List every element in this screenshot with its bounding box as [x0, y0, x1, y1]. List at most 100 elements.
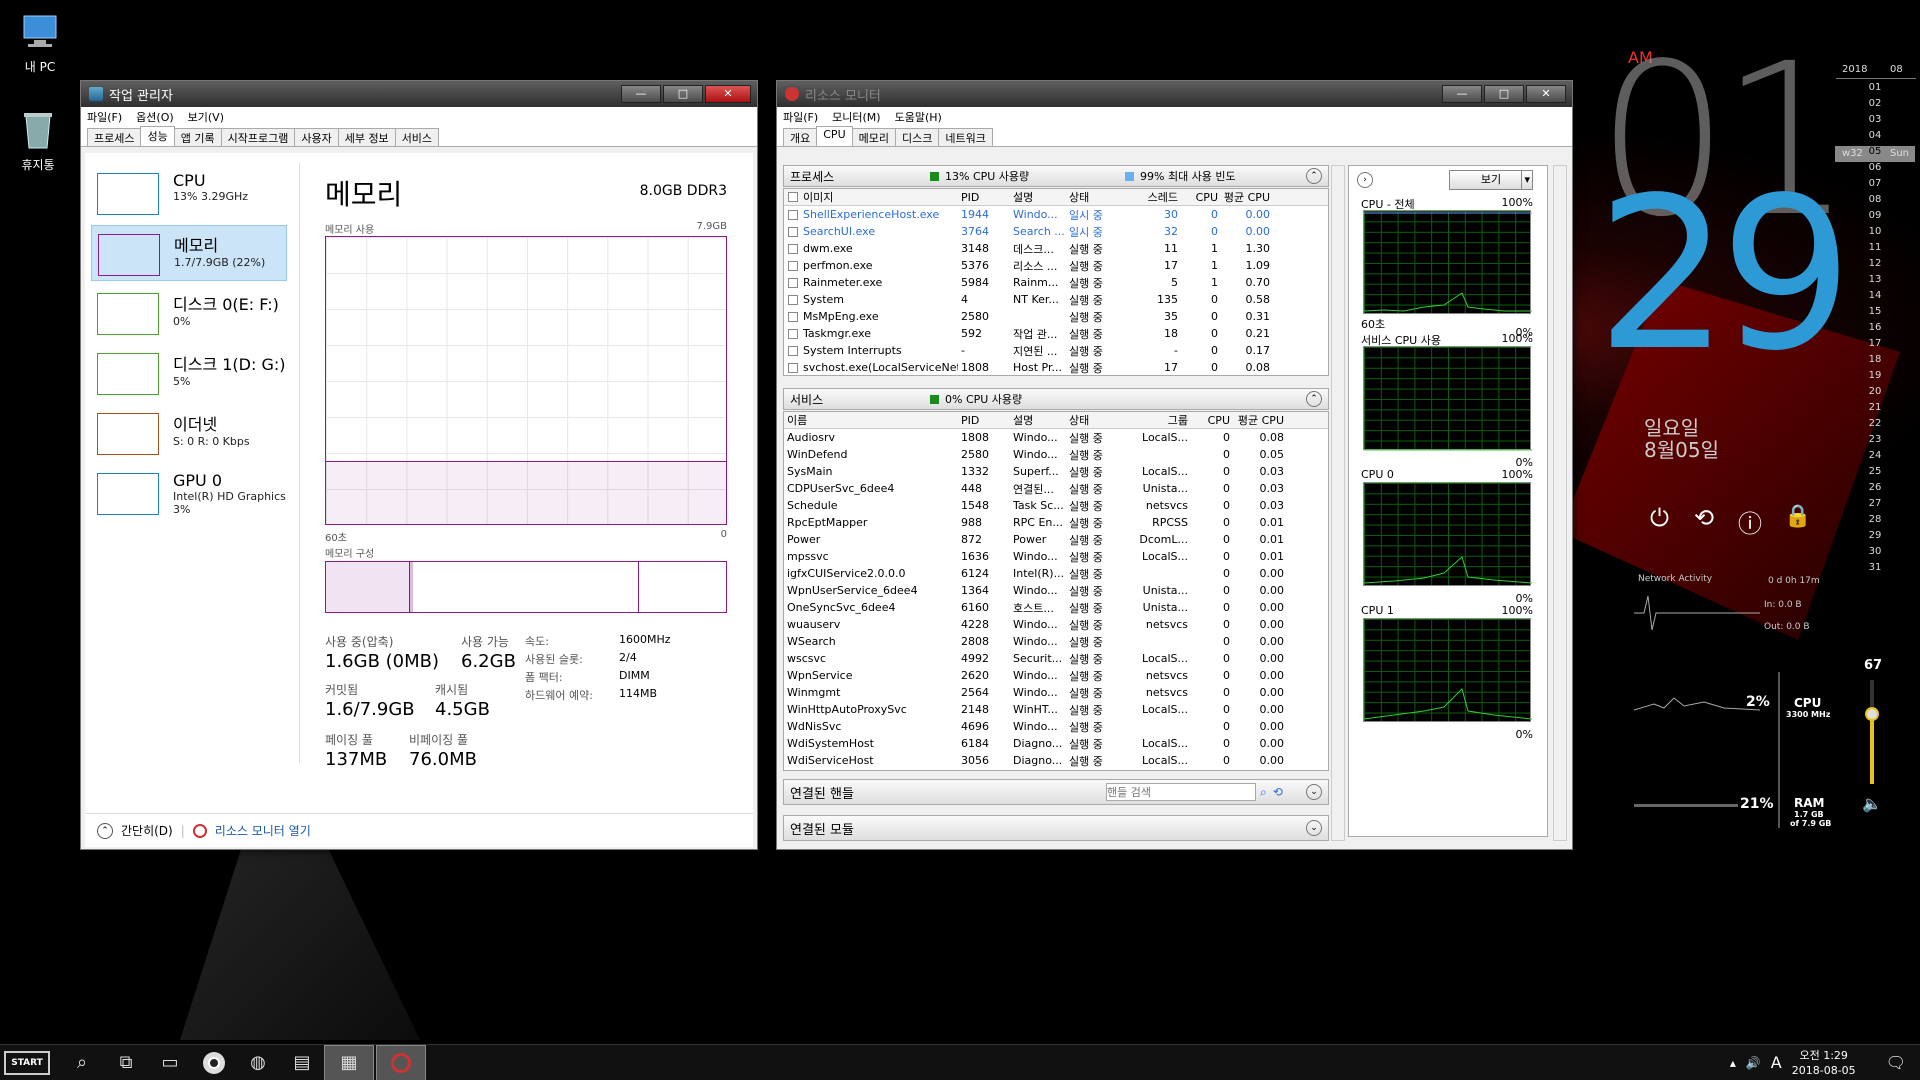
menu-options[interactable]: 옵션(O)	[136, 109, 173, 125]
task-manager-taskbar-button[interactable]: ▦	[324, 1044, 374, 1080]
table-row[interactable]: System 4 NT Ker... 실행 중 135 0 0.58	[784, 291, 1328, 308]
table-row[interactable]: WpnService 2620 Windo... 실행 중 netsvcs 0 0.00	[784, 667, 1328, 684]
tab-details[interactable]: 세부 정보	[337, 128, 396, 146]
sidebar-item-disk1[interactable]: 디스크 1(D: G:) 5%	[91, 345, 287, 401]
services-header[interactable]: 서비스 0% CPU 사용량 ⌃	[783, 388, 1329, 410]
menu-help[interactable]: 도움말(H)	[895, 109, 942, 125]
expand-icon[interactable]: ⌄	[1306, 820, 1322, 836]
fewer-details-button[interactable]: 간단히(D)	[121, 822, 173, 839]
task-view-icon[interactable]: ⧉	[104, 1045, 148, 1080]
column-header[interactable]: PID	[958, 191, 1010, 204]
table-row[interactable]: wscsvc 4992 Securit... 실행 중 LocalS... 0 0.00	[784, 650, 1328, 667]
table-row[interactable]: MsMpEng.exe 2580 실행 중 35 0 0.31	[784, 308, 1328, 325]
table-row[interactable]: WdNisSvc 4696 Windo... 실행 중 0 0.00	[784, 718, 1328, 735]
collapse-icon[interactable]: ⌃	[1306, 391, 1322, 407]
tab-app-history[interactable]: 앱 기록	[173, 128, 222, 146]
table-row[interactable]: WdiServiceHost 3056 Diagno... 실행 중 LocalS...…	[784, 752, 1328, 769]
speaker-icon[interactable]: 🔈	[1862, 794, 1882, 813]
column-header[interactable]: 평균 CPU	[1218, 189, 1270, 205]
tab-memory[interactable]: 메모리	[851, 128, 896, 146]
processes-header[interactable]: 프로세스 13% CPU 사용량 99% 최대 사용 빈도 ⌃	[783, 165, 1329, 187]
tab-network[interactable]: 네트워크	[938, 128, 993, 146]
row-checkbox[interactable]	[788, 277, 798, 288]
table-row[interactable]: WinHttpAutoProxySvc 2148 WinHT... 실행 중 Local…	[784, 701, 1328, 718]
refresh-icon[interactable]: ⟲	[1273, 785, 1283, 799]
row-checkbox[interactable]	[788, 345, 798, 356]
tab-users[interactable]: 사용자	[294, 128, 339, 146]
table-row[interactable]: mpssvc 1636 Windo... 실행 중 LocalS... 0 0.01	[784, 548, 1328, 565]
column-header[interactable]: 이름	[784, 412, 958, 428]
select-all-checkbox[interactable]	[788, 192, 798, 202]
table-row[interactable]: Winmgmt 2564 Windo... 실행 중 netsvcs 0 0.00	[784, 684, 1328, 701]
row-checkbox[interactable]	[788, 260, 798, 271]
maximize-button[interactable]: □	[663, 85, 703, 103]
column-header[interactable]: 상태	[1066, 412, 1124, 428]
table-row[interactable]: WinDefend 2580 Windo... 실행 중 0 0.05	[784, 446, 1328, 463]
sleep-icon[interactable]: ⓘ	[1738, 504, 1762, 539]
column-header[interactable]: 이미지	[800, 189, 958, 205]
table-row[interactable]: CDPUserSvc_6dee4 448 연결된... 실행 중 Unista... 0 0…	[784, 480, 1328, 497]
column-header[interactable]: 상태	[1066, 189, 1126, 205]
table-row[interactable]: perfmon.exe 5376 리소스 ... 실행 중 17 1 1.09	[784, 257, 1328, 274]
collapse-icon[interactable]: ⌃	[1306, 168, 1322, 184]
volume-slider-track[interactable]	[1870, 680, 1874, 784]
table-row[interactable]: Taskmgr.exe 592 작업 관... 실행 중 18 0 0.21	[784, 325, 1328, 342]
row-checkbox[interactable]	[788, 294, 798, 305]
notification-icon[interactable]: 🗨	[1886, 1053, 1906, 1072]
table-row[interactable]: svchost.exe(LocalServiceNet... 1808 Host P…	[784, 359, 1328, 375]
minimize-button[interactable]: —	[621, 85, 661, 103]
panel-scrollbar[interactable]	[1553, 165, 1567, 841]
lock-icon[interactable]: 🔒	[1784, 504, 1811, 529]
row-checkbox[interactable]	[788, 328, 798, 339]
open-resource-monitor-link[interactable]: 리소스 모니터 열기	[215, 822, 311, 839]
table-row[interactable]: RpcEptMapper 988 RPC En... 실행 중 RPCSS 0 0.01	[784, 514, 1328, 531]
power-icon[interactable]: ⏻	[1650, 504, 1669, 532]
tray-clock[interactable]: 오전 1:29 2018-08-05	[1792, 1048, 1856, 1078]
start-button[interactable]: START	[4, 1050, 50, 1075]
desktop-icon-recycle-bin[interactable]: 휴지통	[0, 108, 78, 173]
table-row[interactable]: OneSyncSvc_6dee4 6160 호스트... 실행 중 Unista... 0…	[784, 599, 1328, 616]
titlebar[interactable]: 리소스 모니터 — □ ✕	[777, 81, 1572, 107]
column-header[interactable]: 그룹	[1124, 412, 1188, 428]
handles-header[interactable]: 연결된 핸들 ⌕ ⟲ ⌄	[783, 779, 1329, 805]
tab-performance[interactable]: 성능	[140, 126, 175, 146]
volume-slider-knob[interactable]	[1865, 707, 1879, 722]
menu-view[interactable]: 보기(V)	[188, 109, 224, 125]
resource-monitor-taskbar-button[interactable]	[376, 1044, 426, 1080]
view-button[interactable]: 보기 ▾	[1449, 170, 1533, 190]
globe-icon[interactable]: ◍	[236, 1045, 280, 1080]
row-checkbox[interactable]	[788, 362, 798, 373]
tab-processes[interactable]: 프로세스	[87, 128, 142, 146]
table-row[interactable]: Rainmeter.exe 5984 Rainm... 실행 중 5 1 0.70	[784, 274, 1328, 291]
table-row[interactable]: ShellExperienceHost.exe 1944 Windo... 일시 중 3…	[784, 206, 1328, 223]
column-header[interactable]: 설명	[1010, 412, 1066, 428]
volume-tray-icon[interactable]: 🔊	[1746, 1056, 1761, 1070]
table-row[interactable]: System Interrupts - 지연된 ... 실행 중 - 0 0.17	[784, 342, 1328, 359]
menu-file[interactable]: 파일(F)	[87, 109, 122, 125]
tab-services[interactable]: 서비스	[394, 128, 440, 146]
column-header[interactable]: 설명	[1010, 189, 1066, 205]
menu-monitor[interactable]: 모니터(M)	[832, 109, 880, 125]
sidebar-item-cpu[interactable]: CPU 13% 3.29GHz	[91, 165, 287, 221]
table-row[interactable]: Power 872 Power 실행 중 DcomL... 0 0.01	[784, 531, 1328, 548]
tab-cpu[interactable]: CPU	[816, 126, 853, 146]
table-row[interactable]: igfxCUIService2.0.0.0 6124 Intel(R)... 실행 중…	[784, 565, 1328, 582]
table-row[interactable]: dwm.exe 3148 데스크... 실행 중 11 1 1.30	[784, 240, 1328, 257]
row-checkbox[interactable]	[788, 243, 798, 254]
main-scrollbar[interactable]	[1331, 165, 1345, 841]
table-row[interactable]: WpnUserService_6dee4 1364 Windo... 실행 중 Unis…	[784, 582, 1328, 599]
sidebar-item-disk0[interactable]: 디스크 0(E: F:) 0%	[91, 285, 287, 341]
tab-disk[interactable]: 디스크	[895, 128, 940, 146]
column-header[interactable]: CPU	[1188, 414, 1230, 427]
close-button[interactable]: ✕	[1526, 85, 1566, 103]
modules-header[interactable]: 연결된 모듈 ⌄	[783, 815, 1329, 841]
table-row[interactable]: SysMain 1332 Superf... 실행 중 LocalS... 0 0.03	[784, 463, 1328, 480]
column-header[interactable]: CPU	[1178, 191, 1218, 204]
row-checkbox[interactable]	[788, 311, 798, 322]
table-row[interactable]: Audiosrv 1808 Windo... 실행 중 LocalS... 0 0.08	[784, 429, 1328, 446]
ime-indicator[interactable]: A	[1771, 1053, 1782, 1072]
table-row[interactable]: wuauserv 4228 Windo... 실행 중 netsvcs 0 0.00	[784, 616, 1328, 633]
sidebar-item-gpu[interactable]: GPU 0 Intel(R) HD Graphics 3%	[91, 465, 287, 527]
table-row[interactable]: SearchUI.exe 3764 Search ... 일시 중 32 0 0.00	[784, 223, 1328, 240]
row-checkbox[interactable]	[788, 209, 798, 220]
